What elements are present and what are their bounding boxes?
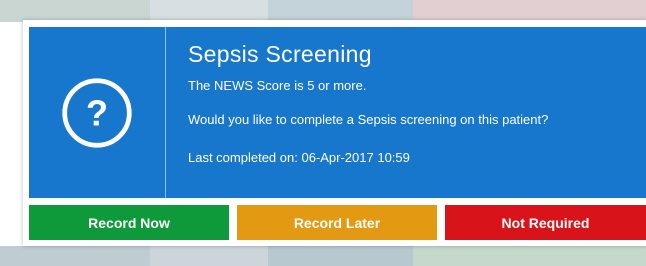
screening-question: Would you like to complete a Sepsis scre… <box>188 112 549 127</box>
icon-panel: ? <box>29 27 166 198</box>
sepsis-screening-dialog: ? Sepsis Screening The NEWS Score is 5 o… <box>23 20 646 246</box>
dialog-title: Sepsis Screening <box>188 41 372 67</box>
record-now-button[interactable]: Record Now <box>29 205 229 240</box>
action-buttons: Record Now Record Later Not Required <box>29 205 646 240</box>
last-completed-text: Last completed on: 06-Apr-2017 10:59 <box>188 150 410 165</box>
background-bottom-strip <box>0 246 646 266</box>
news-score-message: The NEWS Score is 5 or more. <box>188 78 367 93</box>
background-top-strip <box>0 0 646 22</box>
record-later-button[interactable]: Record Later <box>237 205 437 240</box>
question-circle-icon: ? <box>62 77 132 148</box>
content-panel: Sepsis Screening The NEWS Score is 5 or … <box>166 27 646 198</box>
svg-text:?: ? <box>86 92 108 133</box>
dialog-body: ? Sepsis Screening The NEWS Score is 5 o… <box>29 27 646 198</box>
not-required-button[interactable]: Not Required <box>445 205 646 240</box>
